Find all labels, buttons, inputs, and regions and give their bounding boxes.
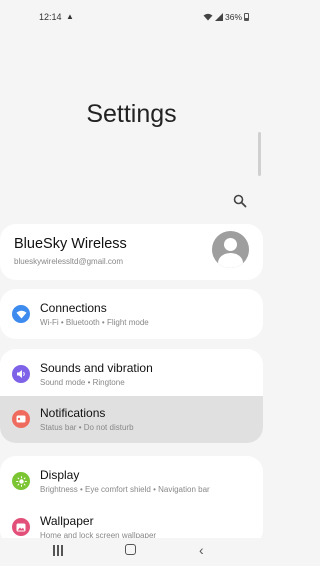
settings-item-title: Sounds and vibration [40,361,153,375]
avatar [212,231,249,268]
navigation-bar: ‹ [0,538,263,566]
sun-icon [12,472,30,490]
back-button[interactable]: ‹ [199,543,204,557]
wifi-icon [12,305,30,323]
cellular-signal-icon [214,13,223,21]
speaker-icon [12,365,30,383]
settings-item-title: Connections [40,301,107,315]
account-email: blueskywirelessltd@gmail.com [14,257,124,266]
battery-percent: 36% [224,12,242,22]
settings-item-subtitle: Wi-Fi • Bluetooth • Flight mode [40,318,149,327]
page-title: Settings [86,100,177,128]
alert-icon: ▲ [66,12,74,21]
settings-item-title: Wallpaper [40,514,94,528]
image-icon [12,518,30,536]
sounds-notifications-card: Sounds and vibration Sound mode • Ringto… [0,349,263,443]
scroll-indicator [258,132,261,176]
settings-item-notifications[interactable]: Notifications Status bar • Do not distur… [0,396,263,443]
settings-item-title: Notifications [40,406,106,420]
settings-item-sounds-and-vibration[interactable]: Sounds and vibration Sound mode • Ringto… [0,351,263,397]
display-wallpaper-card: Display Brightness • Eye comfort shield … [0,456,263,546]
settings-item-subtitle: Brightness • Eye comfort shield • Naviga… [40,485,210,494]
notification-icon [12,410,30,428]
recents-button[interactable] [52,545,64,556]
account-name: BlueSky Wireless [14,236,127,252]
settings-item-display[interactable]: Display Brightness • Eye comfort shield … [0,458,263,504]
wifi-signal-icon [203,13,213,21]
settings-item-title: Display [40,468,80,482]
settings-item-subtitle: Sound mode • Ringtone [40,378,125,387]
battery-icon [244,13,249,21]
status-indicators: 36% [203,12,249,22]
home-button[interactable] [125,544,136,555]
status-time: 12:14 [39,12,62,22]
settings-item-subtitle: Status bar • Do not disturb [40,423,134,432]
account-card[interactable]: BlueSky Wireless blueskywirelessltd@gmai… [0,224,263,280]
search-icon[interactable] [232,193,248,209]
connections-card: Connections Wi-Fi • Bluetooth • Flight m… [0,289,263,339]
status-bar: 12:14 ▲ 36% [0,0,263,30]
settings-item-connections[interactable]: Connections Wi-Fi • Bluetooth • Flight m… [0,291,263,337]
